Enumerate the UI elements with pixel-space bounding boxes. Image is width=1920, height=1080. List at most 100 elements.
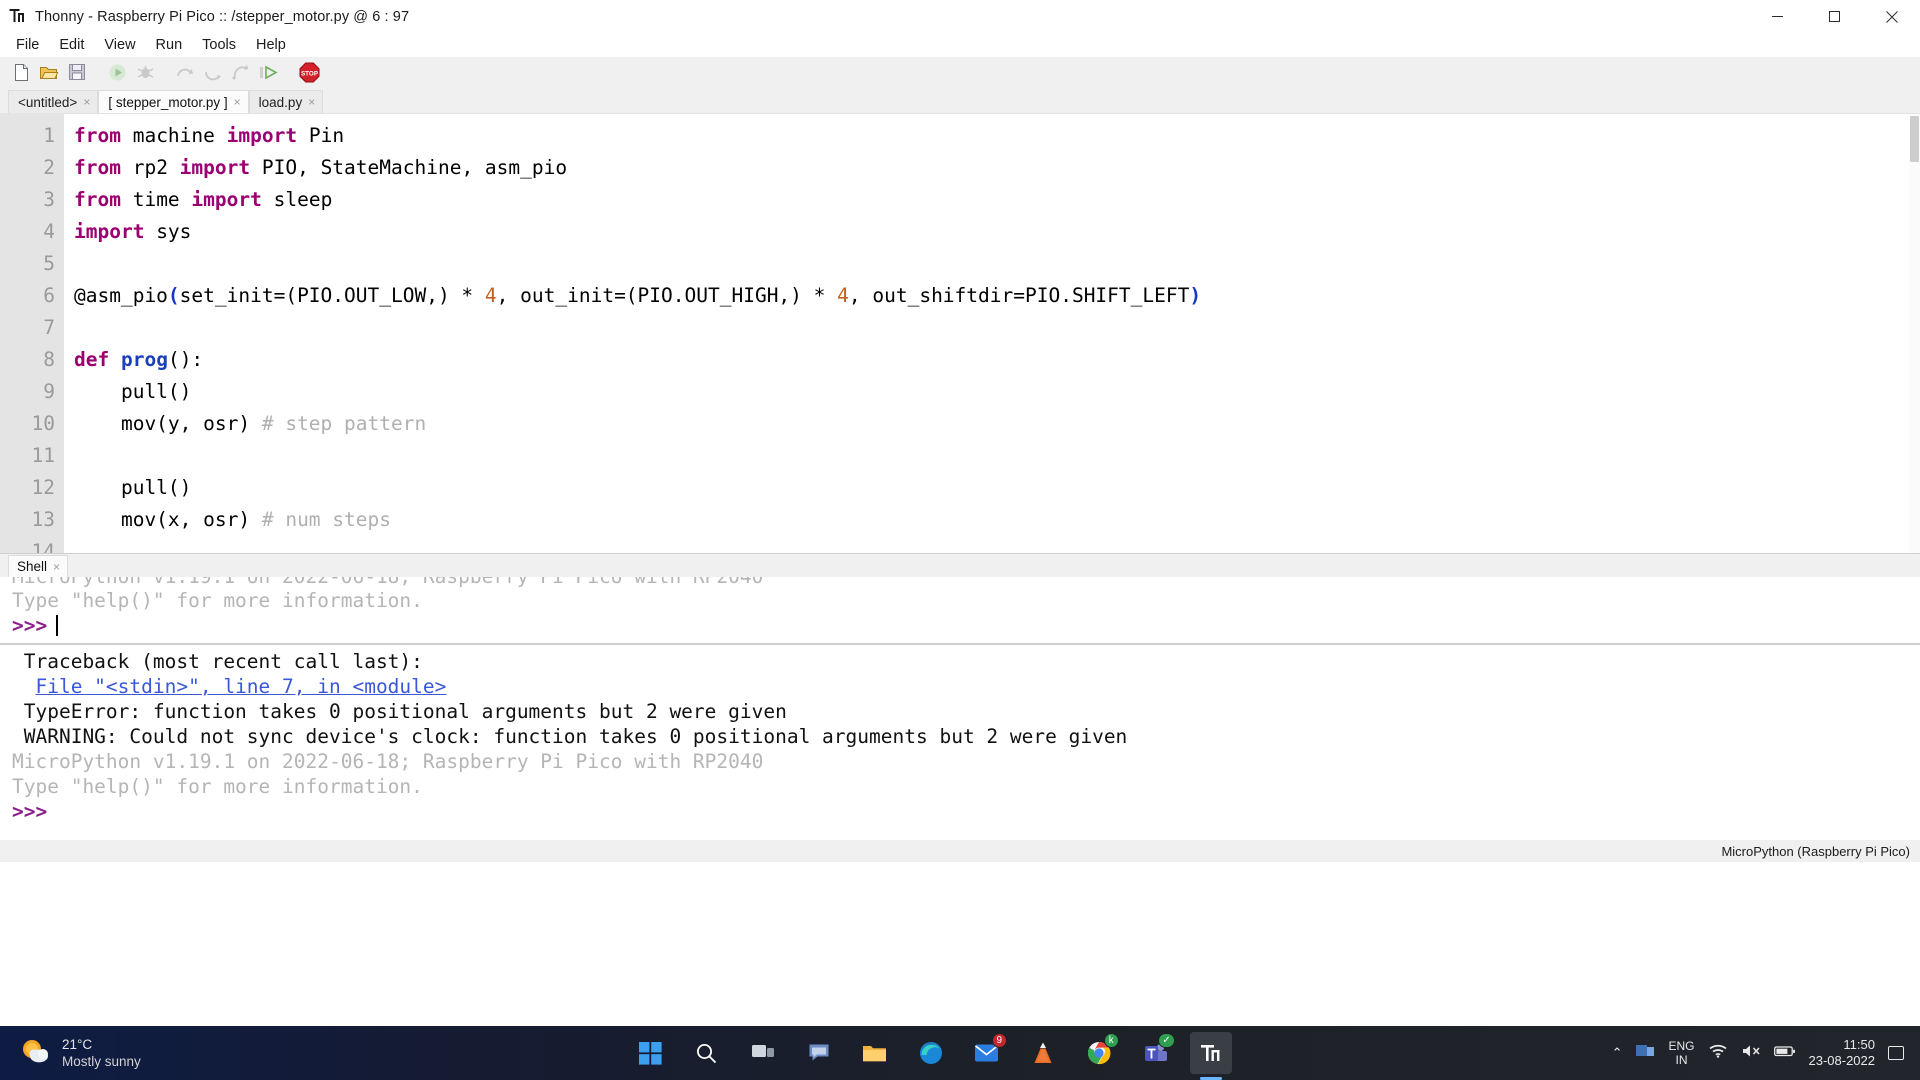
editor-tab-untitled[interactable]: <untitled> ×: [8, 90, 99, 113]
code-line[interactable]: [74, 248, 1920, 280]
mail-icon[interactable]: 9: [966, 1032, 1008, 1074]
code-token: pull(): [74, 476, 192, 499]
debug-icon[interactable]: [132, 59, 158, 85]
shell-panel[interactable]: MicroPython v1.19.1 on 2022-06-18; Raspb…: [0, 577, 1920, 840]
menu-item-run[interactable]: Run: [146, 35, 193, 56]
editor-tab-stepper-motor[interactable]: [ stepper_motor.py ] ×: [98, 90, 249, 113]
step-out-icon[interactable]: [228, 59, 254, 85]
volume-icon[interactable]: [1741, 1043, 1761, 1064]
code-line[interactable]: mov(y, osr) # step pattern: [74, 408, 1920, 440]
stop-icon[interactable]: STOP: [296, 59, 322, 85]
code-token: import: [191, 188, 262, 211]
shell-prompt-line[interactable]: >>>: [12, 613, 1920, 638]
run-icon[interactable]: [104, 59, 130, 85]
shell-line: TypeError: function takes 0 positional a…: [12, 700, 787, 723]
code-token: ():: [167, 348, 204, 371]
maximize-button[interactable]: [1806, 0, 1863, 33]
code-line[interactable]: from time import sleep: [74, 184, 1920, 216]
step-over-icon[interactable]: [172, 59, 198, 85]
editor-scrollbar[interactable]: [1909, 114, 1920, 553]
code-token: from: [74, 156, 121, 179]
battery-icon[interactable]: [1773, 1044, 1796, 1063]
code-line[interactable]: [74, 536, 1920, 553]
open-file-icon[interactable]: [36, 59, 62, 85]
text-caret: [56, 615, 59, 636]
close-button[interactable]: [1863, 0, 1920, 33]
language-indicator[interactable]: ENG IN: [1668, 1039, 1694, 1067]
interpreter-status[interactable]: MicroPython (Raspberry Pi Pico): [1721, 844, 1910, 859]
thonny-taskbar-icon[interactable]: [1189, 1032, 1232, 1074]
code-line[interactable]: from machine import Pin: [74, 120, 1920, 152]
sun-cloud-icon: [20, 1037, 50, 1070]
clock[interactable]: 11:50 23-08-2022: [1809, 1037, 1876, 1069]
chat-icon[interactable]: [798, 1032, 840, 1074]
vlc-icon[interactable]: [1022, 1032, 1064, 1074]
code-token: sys: [144, 220, 192, 243]
editor-tab-bar: <untitled> × [ stepper_motor.py ] × load…: [0, 88, 1920, 113]
code-token: rp2: [120, 156, 180, 179]
editor-scrollbar-thumb[interactable]: [1910, 116, 1919, 162]
editor-tab-close-icon[interactable]: ×: [308, 96, 315, 108]
weather-widget[interactable]: 21°C Mostly sunny: [0, 1036, 250, 1070]
start-icon[interactable]: [630, 1032, 672, 1074]
code-token: import: [179, 156, 251, 179]
code-line[interactable]: from rp2 import PIO, StateMachine, asm_p…: [74, 152, 1920, 184]
editor-tab-close-icon[interactable]: ×: [234, 96, 241, 108]
file-explorer-icon[interactable]: [854, 1032, 896, 1074]
chrome-icon[interactable]: k: [1078, 1032, 1120, 1074]
menu-item-file[interactable]: File: [6, 35, 49, 56]
windows-taskbar: 21°C Mostly sunny 9 k ✓ ⌃ ENG IN 11:50 2…: [0, 1026, 1920, 1080]
save-file-icon[interactable]: [64, 59, 90, 85]
onedrive-icon[interactable]: [1635, 1043, 1655, 1064]
code-token: machine: [120, 124, 227, 147]
minimize-button[interactable]: [1749, 0, 1806, 33]
shell-final-prompt-line[interactable]: >>>: [12, 799, 1920, 824]
code-line[interactable]: mov(x, osr) # num steps: [74, 504, 1920, 536]
menu-item-tools[interactable]: Tools: [192, 35, 246, 56]
line-number: 6: [43, 284, 55, 307]
editor-tab-close-icon[interactable]: ×: [83, 96, 90, 108]
code-token: def: [74, 348, 110, 371]
shell-line: MicroPython v1.19.1 on 2022-06-18; Raspb…: [12, 577, 1920, 588]
shell-line: Type "help()" for more information.: [12, 775, 423, 798]
chevron-up-icon[interactable]: ⌃: [1612, 1045, 1623, 1061]
line-number-gutter: 1234567891011121314151617: [0, 114, 64, 553]
line-number: 8: [43, 348, 55, 371]
wifi-icon[interactable]: [1708, 1043, 1728, 1064]
code-line[interactable]: [74, 440, 1920, 472]
toolbar: STOP: [0, 57, 1920, 88]
code-token: set_init=(PIO.OUT_LOW,) *: [179, 284, 485, 307]
editor-tab-load[interactable]: load.py ×: [248, 90, 324, 113]
code-line[interactable]: def prog():: [74, 344, 1920, 376]
search-icon[interactable]: [686, 1032, 728, 1074]
edge-icon[interactable]: [910, 1032, 952, 1074]
weather-text: 21°C Mostly sunny: [62, 1036, 141, 1070]
resume-icon[interactable]: [256, 59, 282, 85]
shell-tab[interactable]: Shell ×: [8, 555, 69, 577]
weather-condition: Mostly sunny: [62, 1054, 141, 1069]
traceback-file-link[interactable]: File "<stdin>", line 7, in <module>: [35, 675, 446, 698]
menu-item-view[interactable]: View: [94, 35, 145, 56]
menu-item-help[interactable]: Help: [246, 35, 296, 56]
code-text-area[interactable]: from machine import Pin from rp2 import P…: [64, 114, 1920, 553]
code-line[interactable]: [74, 312, 1920, 344]
shell-tab-close-icon[interactable]: ×: [53, 561, 60, 573]
line-number: 10: [31, 412, 55, 435]
code-line[interactable]: @asm_pio(set_init=(PIO.OUT_LOW,) * 4, ou…: [74, 280, 1920, 312]
menu-item-edit[interactable]: Edit: [49, 35, 94, 56]
thonny-app-icon: [9, 8, 26, 25]
system-tray: ⌃ ENG IN 11:50 23-08-2022: [1612, 1037, 1920, 1069]
task-view-icon[interactable]: [742, 1032, 784, 1074]
code-line[interactable]: pull(): [74, 472, 1920, 504]
new-file-icon[interactable]: [8, 59, 34, 85]
code-line[interactable]: pull(): [74, 376, 1920, 408]
weather-temperature: 21°C: [62, 1037, 93, 1052]
notification-center-icon[interactable]: [1888, 1046, 1904, 1060]
step-into-icon[interactable]: [200, 59, 226, 85]
code-token: time: [120, 188, 192, 211]
teams-icon[interactable]: ✓: [1134, 1032, 1176, 1074]
code-editor[interactable]: 1234567891011121314151617 from machine i…: [0, 113, 1920, 553]
code-token: from: [74, 124, 121, 147]
code-line[interactable]: import sys: [74, 216, 1920, 248]
